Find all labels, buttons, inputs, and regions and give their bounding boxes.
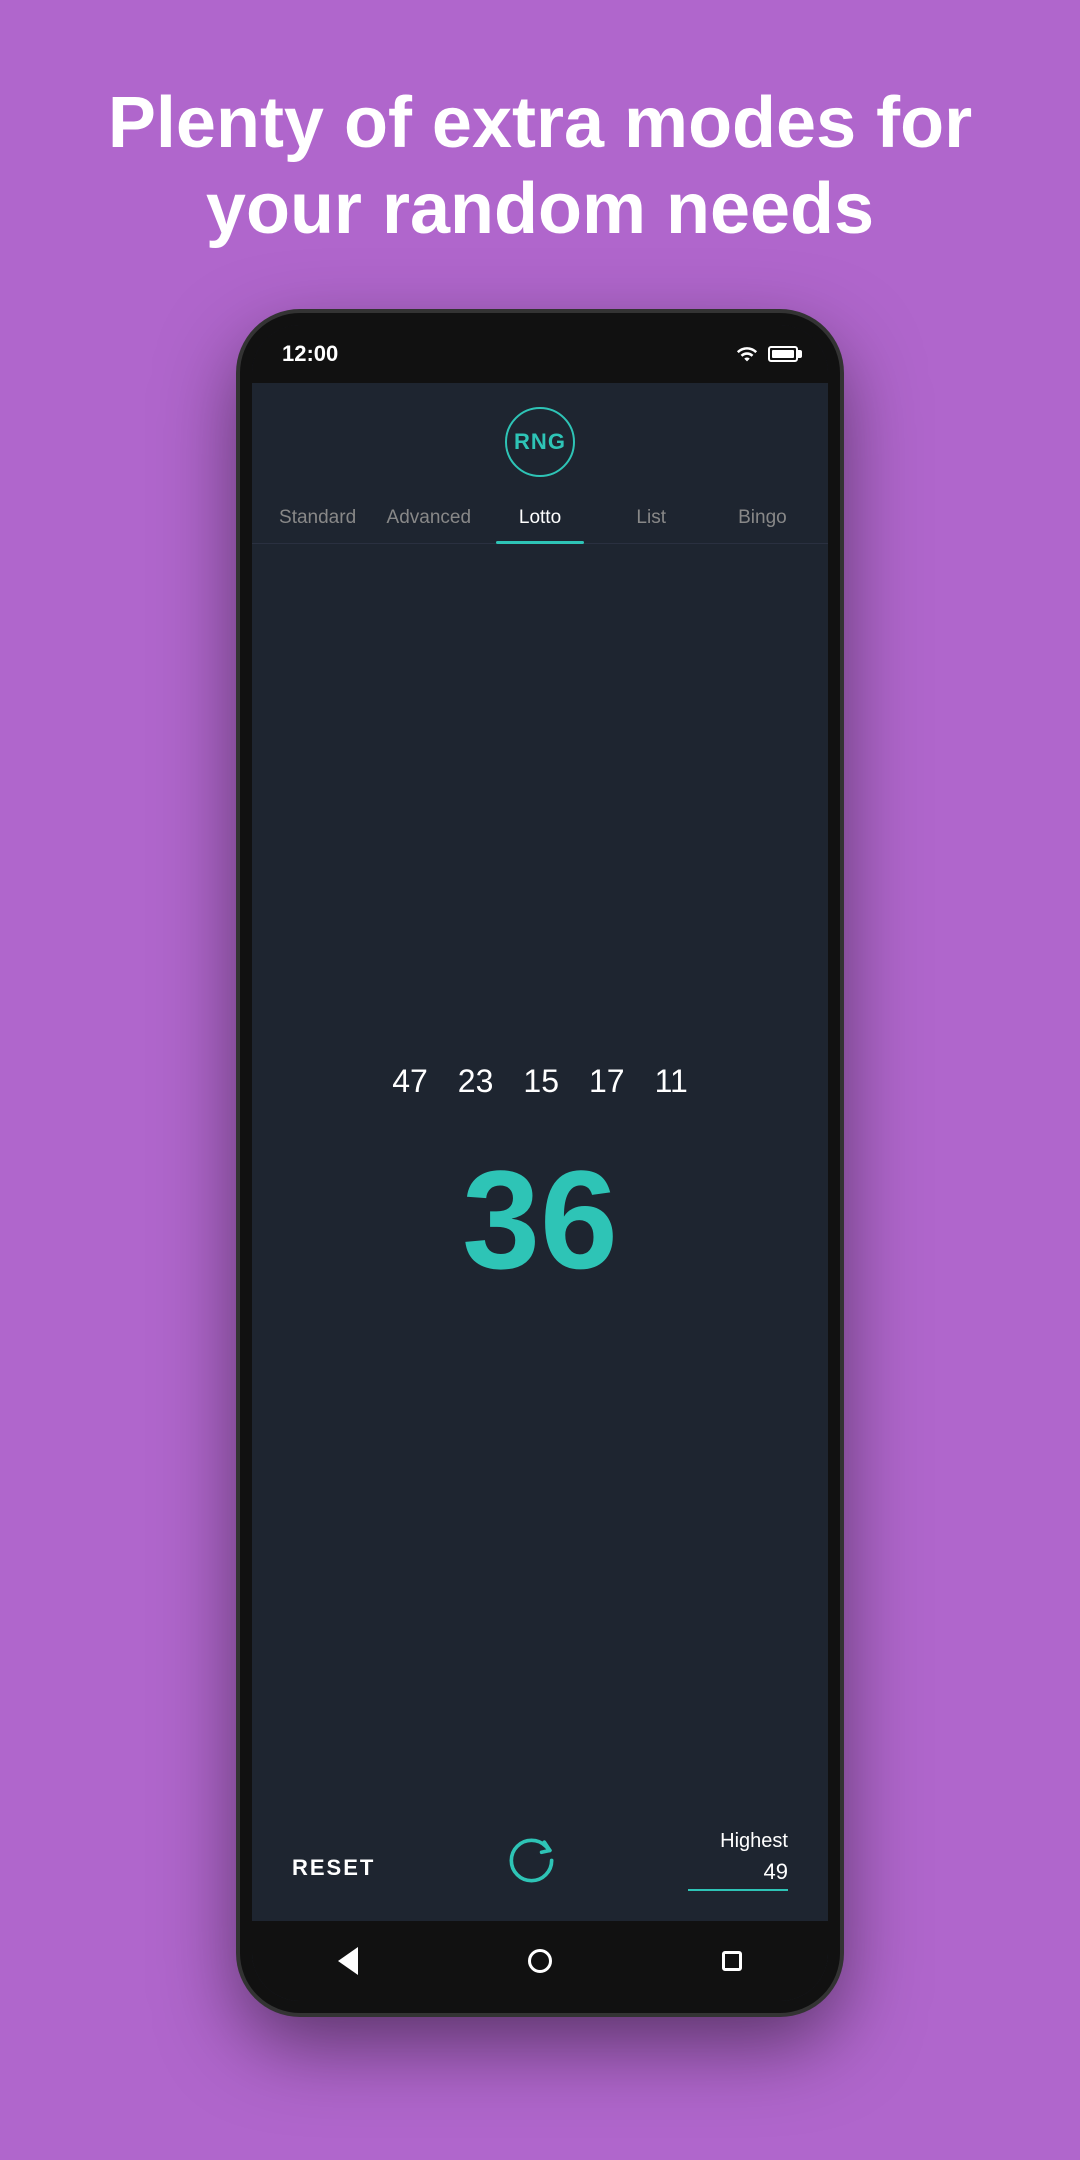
highest-input[interactable]: 49 — [688, 1859, 788, 1891]
history-num-0: 47 — [392, 1063, 428, 1100]
tab-standard[interactable]: Standard — [262, 493, 373, 543]
status-bar: 12:00 — [252, 325, 828, 383]
main-area: 47 23 15 17 11 36 — [252, 544, 828, 1810]
highest-area: Highest 49 — [688, 1830, 788, 1891]
history-num-4: 11 — [655, 1063, 688, 1100]
tab-lotto[interactable]: Lotto — [484, 493, 595, 543]
tab-list[interactable]: List — [596, 493, 707, 543]
back-icon — [338, 1947, 358, 1975]
nav-recents-button[interactable] — [717, 1946, 747, 1976]
history-num-1: 23 — [458, 1063, 494, 1100]
history-num-2: 15 — [523, 1063, 559, 1100]
logo-area: RNG — [252, 383, 828, 493]
nav-bar — [252, 1921, 828, 2001]
reset-button[interactable]: RESET — [292, 1855, 375, 1891]
tabs-bar: Standard Advanced Lotto List Bingo — [252, 493, 828, 544]
nav-back-button[interactable] — [333, 1946, 363, 1976]
signal-icon — [736, 343, 758, 365]
tab-advanced[interactable]: Advanced — [373, 493, 484, 543]
tab-bingo[interactable]: Bingo — [707, 493, 818, 543]
hero-title: Plenty of extra modes for your random ne… — [0, 0, 1080, 313]
status-time: 12:00 — [282, 341, 338, 367]
rng-logo: RNG — [505, 407, 575, 477]
history-num-3: 17 — [589, 1063, 625, 1100]
hero-section: Plenty of extra modes for your random ne… — [0, 0, 1080, 313]
home-icon — [528, 1949, 552, 1973]
status-icons — [736, 343, 798, 365]
recents-icon — [722, 1951, 742, 1971]
refresh-icon — [504, 1833, 559, 1888]
highest-value: 49 — [764, 1859, 788, 1885]
bottom-controls: RESET Highest 49 — [252, 1810, 828, 1921]
current-number: 36 — [462, 1150, 618, 1290]
phone-mockup: 12:00 RNG Standard Advanced Lotto — [240, 313, 840, 2013]
nav-home-button[interactable] — [525, 1946, 555, 1976]
app-content: RNG Standard Advanced Lotto List Bingo — [252, 383, 828, 2001]
battery-icon — [768, 346, 798, 362]
generate-button[interactable] — [502, 1831, 562, 1891]
highest-label: Highest — [720, 1830, 788, 1853]
history-numbers: 47 23 15 17 11 — [392, 1063, 688, 1100]
